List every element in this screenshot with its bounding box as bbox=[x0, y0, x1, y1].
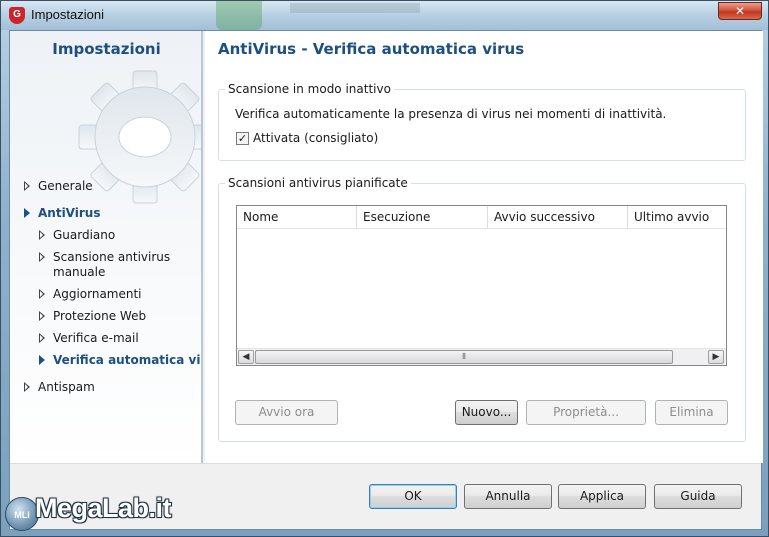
expanded-arrow-icon bbox=[24, 208, 30, 218]
ok-button[interactable]: OK bbox=[369, 484, 457, 509]
settings-window: G Impostazioni ✕ Impostazioni Generale A… bbox=[0, 0, 769, 537]
sidebar-item-label: Guardiano bbox=[53, 228, 116, 242]
scroll-right-icon[interactable]: ▶ bbox=[708, 350, 724, 364]
sidebar-item-label: Antispam bbox=[38, 380, 95, 394]
column-header-avvio-successivo[interactable]: Avvio successivo bbox=[488, 206, 628, 229]
megalab-logo-icon: MLI bbox=[5, 497, 39, 531]
scheduled-scans-legend: Scansioni antivirus pianificate bbox=[225, 176, 411, 190]
background-window-hint bbox=[216, 1, 426, 30]
sidebar-item-label: AntiVirus bbox=[38, 206, 101, 220]
table-header: Nome Esecuzione Avvio successivo Ultimo … bbox=[237, 206, 726, 229]
expand-arrow-icon bbox=[39, 252, 45, 262]
scroll-left-icon[interactable]: ◀ bbox=[238, 350, 254, 364]
idle-scan-description: Verifica automaticamente la presenza di … bbox=[235, 107, 667, 121]
sidebar-item-label: Scansione antivirus manuale bbox=[53, 250, 171, 279]
expand-arrow-icon bbox=[39, 333, 45, 343]
gear-icon bbox=[78, 70, 201, 204]
cancel-button[interactable]: Annulla bbox=[464, 484, 552, 509]
sidebar-item-label: Verifica automatica virus bbox=[53, 353, 201, 367]
idle-scan-checkbox-label[interactable]: Attivata (consigliato) bbox=[253, 131, 378, 145]
selected-arrow-icon bbox=[39, 355, 45, 365]
blurred-text bbox=[290, 3, 420, 13]
horizontal-scrollbar[interactable]: ◀ ⦀ ▶ bbox=[237, 348, 726, 365]
sidebar: Impostazioni Generale AntiVirus Guardian… bbox=[10, 31, 203, 463]
sidebar-title: Impostazioni bbox=[52, 40, 161, 58]
window-title: Impostazioni bbox=[31, 7, 104, 22]
shield-icon: G bbox=[9, 7, 25, 24]
column-header-nome[interactable]: Nome bbox=[237, 206, 357, 229]
sidebar-item-label: Verifica e-mail bbox=[53, 331, 139, 345]
column-header-esecuzione[interactable]: Esecuzione bbox=[357, 206, 488, 229]
watermark-text: MegaLab.it bbox=[35, 493, 172, 523]
new-scan-button[interactable]: Nuovo... bbox=[455, 400, 518, 425]
column-header-ultimo-avvio[interactable]: Ultimo avvio bbox=[628, 206, 726, 229]
client-area: Impostazioni Generale AntiVirus Guardian… bbox=[9, 30, 763, 530]
properties-button[interactable]: Proprietà... bbox=[526, 400, 646, 425]
run-now-button[interactable]: Avvio ora bbox=[235, 400, 338, 425]
idle-scan-legend: Scansione in modo inattivo bbox=[225, 82, 394, 96]
checkmark-icon bbox=[216, 1, 262, 30]
idle-scan-group: Scansione in modo inattivo Verifica auto… bbox=[218, 82, 746, 161]
sidebar-item-label: Aggiornamenti bbox=[53, 287, 142, 301]
expand-arrow-icon bbox=[39, 289, 45, 299]
close-button[interactable]: ✕ bbox=[718, 2, 762, 20]
delete-button[interactable]: Elimina bbox=[655, 400, 728, 425]
title-bar[interactable]: G Impostazioni ✕ bbox=[1, 1, 768, 30]
sidebar-item-scansione-manuale[interactable]: Scansione antivirus manuale bbox=[39, 250, 189, 280]
sidebar-item-label: Generale bbox=[38, 179, 93, 193]
scrollbar-thumb[interactable]: ⦀ bbox=[255, 350, 673, 364]
apply-button[interactable]: Applica bbox=[558, 484, 646, 509]
help-button[interactable]: Guida bbox=[654, 484, 742, 509]
expand-arrow-icon bbox=[24, 181, 30, 191]
expand-arrow-icon bbox=[39, 230, 45, 240]
scheduled-scans-group: Scansioni antivirus pianificate Nome Ese… bbox=[218, 176, 746, 442]
main-panel: AntiVirus - Verifica automatica virus Sc… bbox=[205, 31, 763, 463]
idle-scan-checkbox[interactable]: ✓ bbox=[236, 132, 249, 145]
expand-arrow-icon bbox=[39, 311, 45, 321]
megalab-watermark: MLI MegaLab.it bbox=[5, 489, 185, 533]
page-title: AntiVirus - Verifica automatica virus bbox=[218, 40, 525, 58]
scheduled-scans-table[interactable]: Nome Esecuzione Avvio successivo Ultimo … bbox=[236, 205, 727, 366]
expand-arrow-icon bbox=[24, 382, 30, 392]
sidebar-item-label: Protezione Web bbox=[53, 309, 147, 323]
